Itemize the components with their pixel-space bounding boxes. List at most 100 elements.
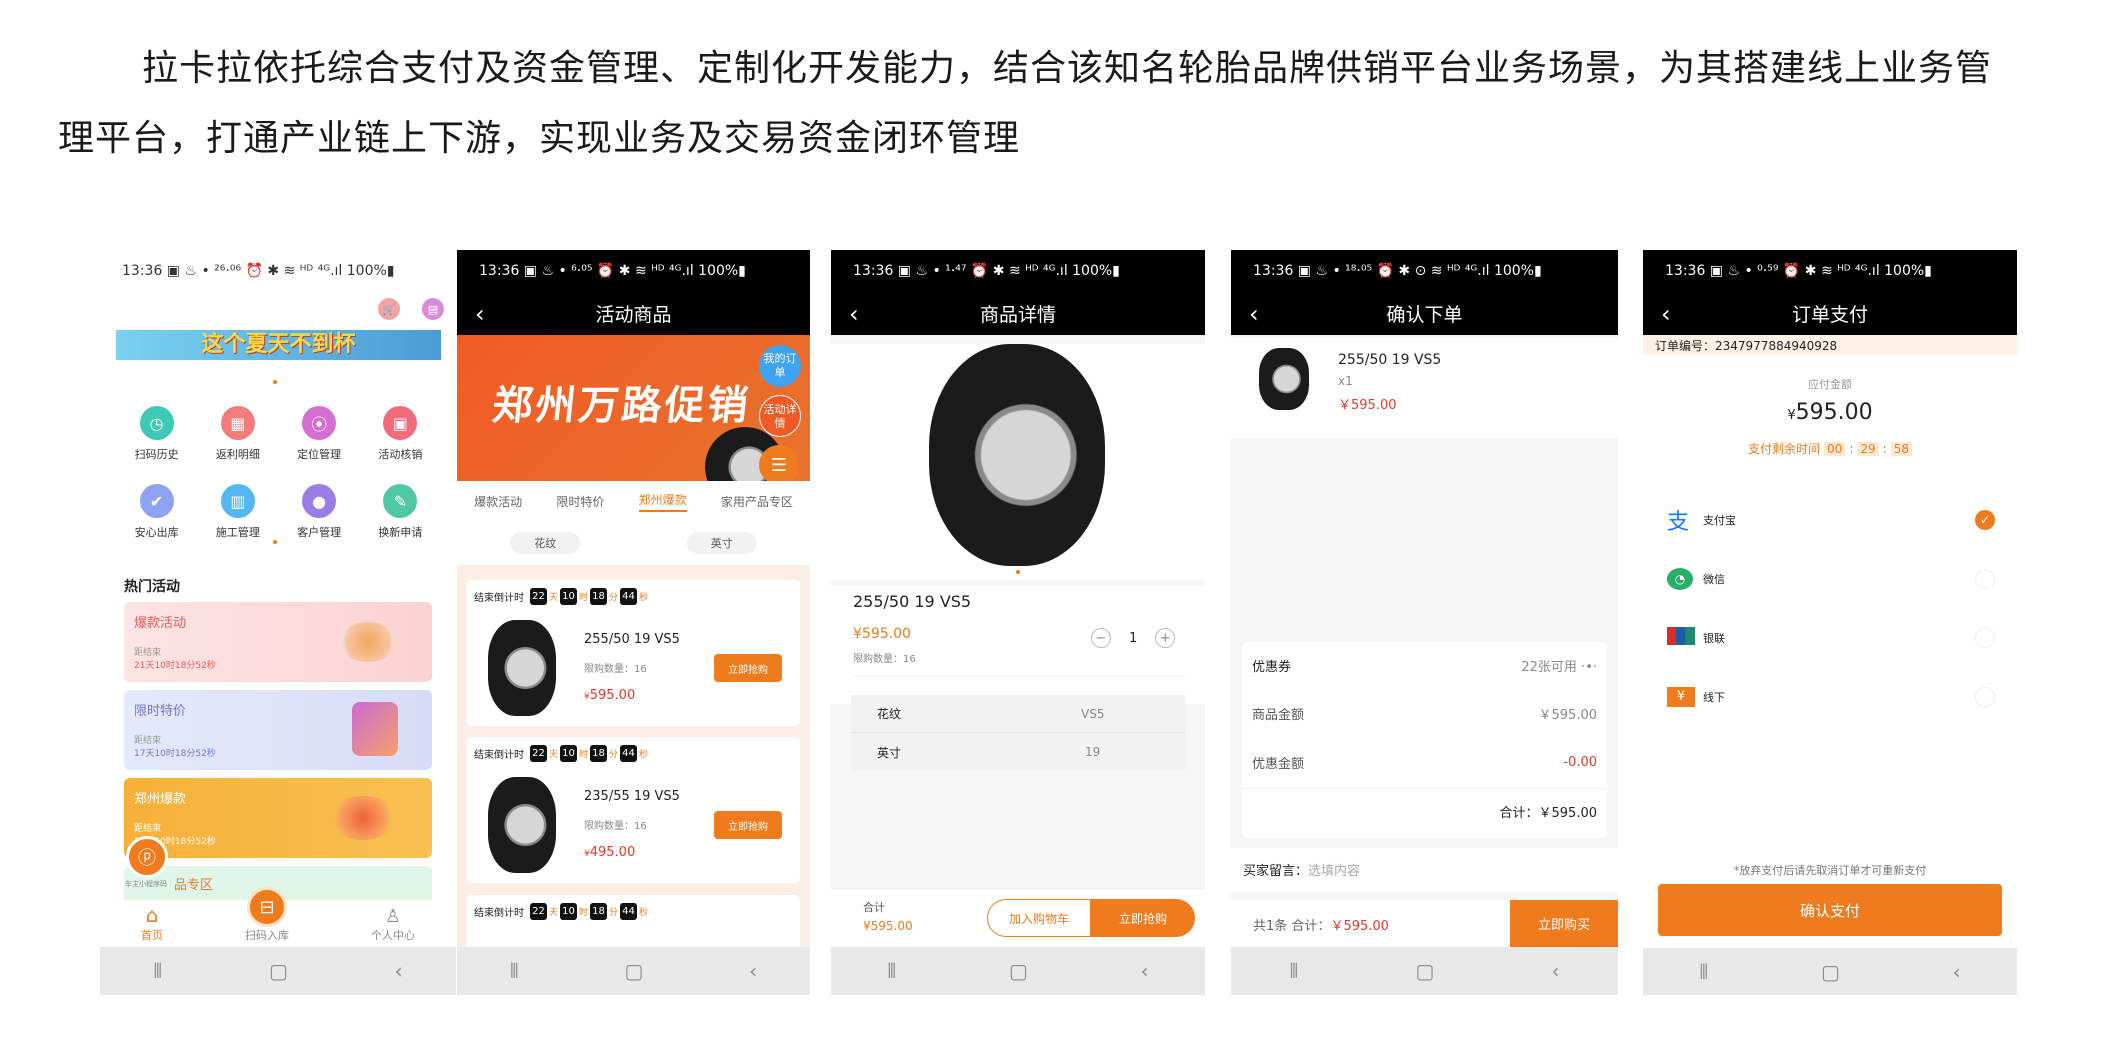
discount-value: -0.00 (1563, 755, 1597, 770)
user-icon: ● (302, 484, 337, 518)
home-banner[interactable]: 这个夏天不到杯 (116, 330, 441, 360)
home-button-icon[interactable]: ▢ (1415, 959, 1434, 983)
miniprogram-float[interactable]: ⓟ (126, 836, 168, 878)
product-info: 255/50 19 VS5 ¥595.00 限购数量：16 − 1 + (831, 586, 1205, 704)
countdown-hours: 10 (560, 903, 578, 920)
tab-zhengzhou[interactable]: 郑州爆款 (638, 491, 687, 512)
order-item: 255/50 19 VS5 x1 ￥595.00 (1231, 338, 1618, 438)
grid-item-scan-history[interactable]: ◷ 扫码历史 (116, 406, 197, 462)
product-price: ¥595.00 (584, 688, 636, 703)
status-bar: 13:36 ▣ ♨ • ¹·⁴⁷ ⏰ ✱ ≋ ᴴᴰ ⁴ᴳ.ıl 100%▮ (831, 250, 1205, 292)
message-icon[interactable]: ▤ (422, 298, 444, 320)
product-card[interactable]: 结束倒计时 22 天 10 时 18 分 44 秒 235/55 19 VS5 限购数量：16 … (466, 737, 800, 883)
countdown-days: 22 (530, 745, 547, 762)
countdown-hours: 10 (560, 745, 578, 762)
tab-home[interactable]: ⌂ 首页 (141, 903, 163, 943)
activity-card-hot[interactable]: 爆款活动 距结束 21天10时18分52秒 (124, 602, 432, 682)
grid-item-outbound[interactable]: ✔ 安心出库 (116, 484, 197, 540)
countdown-days: 22 (530, 588, 547, 605)
receipt-icon: ▦ (220, 406, 255, 440)
grid-item-location[interactable]: ⦿ 定位管理 (279, 406, 360, 462)
filter-inch[interactable]: 英寸 (686, 532, 757, 554)
product-card[interactable]: 结束倒计时 22 天 10 时 18 分 44 秒 255/50 19 VS5 限购数量：16 … (466, 580, 800, 726)
total-value: ¥595.00 (863, 919, 913, 933)
pay-countdown: 支付剩余时间 00: 29: 58 (1643, 440, 2017, 457)
float-label: 车主小程序码 (125, 880, 167, 888)
price-value: 495.00 (589, 845, 636, 860)
tab-limited[interactable]: 限时特价 (556, 493, 604, 510)
filter-pattern[interactable]: 花纹 (510, 532, 581, 554)
status-bar: 13:36 ▣ ♨ • ¹⁸·⁰⁵ ⏰ ✱ ⊙ ≋ ᴴᴰ ⁴ᴳ.ıl 100%▮ (1231, 250, 1618, 292)
home-button-icon[interactable]: ▢ (1821, 960, 1840, 984)
section-title: 热门活动 (124, 579, 180, 595)
ticket-icon: ▣ (383, 406, 418, 440)
home-button-icon[interactable]: ▢ (624, 959, 643, 983)
back-arrow-icon[interactable]: ‹ (1249, 300, 1259, 328)
tab-profile[interactable]: ♙ 个人中心 (371, 906, 415, 943)
back-icon[interactable]: ‹ (1551, 959, 1559, 983)
promo-banner[interactable]: 郑州万路促销 我的订单 活动详情 ☰ (457, 335, 810, 481)
back-icon[interactable]: ‹ (395, 959, 403, 983)
banner-dot (273, 380, 277, 384)
grid-item-writeoff[interactable]: ▣ 活动核销 (360, 406, 441, 462)
method-offline[interactable]: ¥ 线下 (1643, 667, 2017, 726)
footer-total-value: ￥595.00 (1330, 919, 1389, 934)
spec-key: 英寸 (877, 745, 902, 760)
grid-item-customer[interactable]: ● 客户管理 (279, 484, 360, 540)
check-icon: ✓ (1975, 510, 1995, 530)
detail-bubble[interactable]: 活动详情 (759, 395, 801, 437)
tab-family[interactable]: 家用产品专区 (721, 493, 793, 510)
tab-hot[interactable]: 爆款活动 (474, 493, 522, 510)
back-arrow-icon[interactable]: ‹ (1661, 300, 1671, 328)
list-float-icon[interactable]: ☰ (759, 445, 799, 481)
method-unionpay[interactable]: 银联 (1643, 608, 2017, 667)
back-icon[interactable]: ‹ (1141, 959, 1149, 983)
recents-icon[interactable]: ⦀ (887, 959, 896, 983)
my-order-bubble[interactable]: 我的订单 (759, 345, 801, 387)
grid-item-renew[interactable]: ✎ 换新申请 (360, 484, 441, 540)
grid-item-construction[interactable]: ▥ 施工管理 (197, 484, 278, 540)
back-arrow-icon[interactable]: ‹ (849, 300, 859, 328)
home-button-icon[interactable]: ▢ (269, 959, 288, 983)
recents-icon[interactable]: ⦀ (1699, 960, 1708, 984)
spec-row: 英寸 19 (851, 733, 1185, 771)
add-to-cart-button[interactable]: 加入购物车 (987, 899, 1091, 937)
unionpay-icon (1667, 627, 1703, 648)
shield-icon: ✔ (139, 484, 174, 518)
amount-value: 595.00 (1795, 400, 1873, 425)
recents-icon[interactable]: ⦀ (510, 959, 519, 983)
divider (853, 676, 1185, 677)
tire-image (1259, 348, 1309, 410)
product-gallery[interactable] (831, 344, 1205, 580)
activity-card-zhengzhou[interactable]: 郑州爆款 距结束 21天10时18分52秒 (124, 778, 432, 858)
back-arrow-icon[interactable]: ‹ (475, 300, 485, 328)
activity-card-limited[interactable]: 限时特价 距结束 17天10时18分52秒 (124, 690, 432, 770)
method-alipay[interactable]: 支支付宝 ✓ (1643, 490, 2017, 549)
more-icon: ·•· (1581, 660, 1597, 675)
buyer-note[interactable]: 买家留言：选填内容 (1231, 848, 1618, 892)
buy-now-button[interactable]: 立即抢购 (714, 654, 782, 682)
coupon-row[interactable]: 优惠券 22张可用 ·•· (1252, 656, 1597, 675)
cart-icon[interactable]: 🛒 (378, 298, 400, 320)
countdown-seconds: 44 (620, 745, 638, 762)
unit: 分 (609, 593, 619, 603)
minus-icon[interactable]: − (1091, 628, 1111, 648)
buy-now-button[interactable]: 立即抢购 (714, 811, 782, 839)
back-icon[interactable]: ‹ (1953, 960, 1961, 984)
back-icon[interactable]: ‹ (749, 959, 757, 983)
recents-icon[interactable]: ⦀ (153, 959, 162, 983)
grid-item-rebate[interactable]: ▦ 返利明细 (197, 406, 278, 462)
method-wechat[interactable]: ◔ 微信 (1643, 549, 2017, 608)
home-button-icon[interactable]: ▢ (1009, 959, 1028, 983)
spec-value: VS5 (1081, 706, 1105, 721)
recents-icon[interactable]: ⦀ (1290, 959, 1299, 983)
confirm-payment-button[interactable]: 确认支付 (1658, 884, 2002, 936)
plus-icon[interactable]: + (1155, 628, 1176, 648)
tab-scan[interactable]: ⊟ 扫码入库 (245, 887, 289, 943)
pin-icon: ⦿ (302, 406, 337, 440)
countdown-minutes: 18 (590, 745, 608, 762)
buy-now-button[interactable]: 立即抢购 (1091, 899, 1195, 937)
status-bar: 13:36 ▣ ♨ • ⁰·⁵⁹ ⏰ ✱ ≋ ᴴᴰ ⁴ᴳ.ıl 100%▮ (1643, 250, 2017, 292)
buy-now-button[interactable]: 立即购买 (1510, 900, 1618, 947)
product-card[interactable]: 结束倒计时 22 天 10 时 18 分 44 秒 (466, 895, 800, 955)
